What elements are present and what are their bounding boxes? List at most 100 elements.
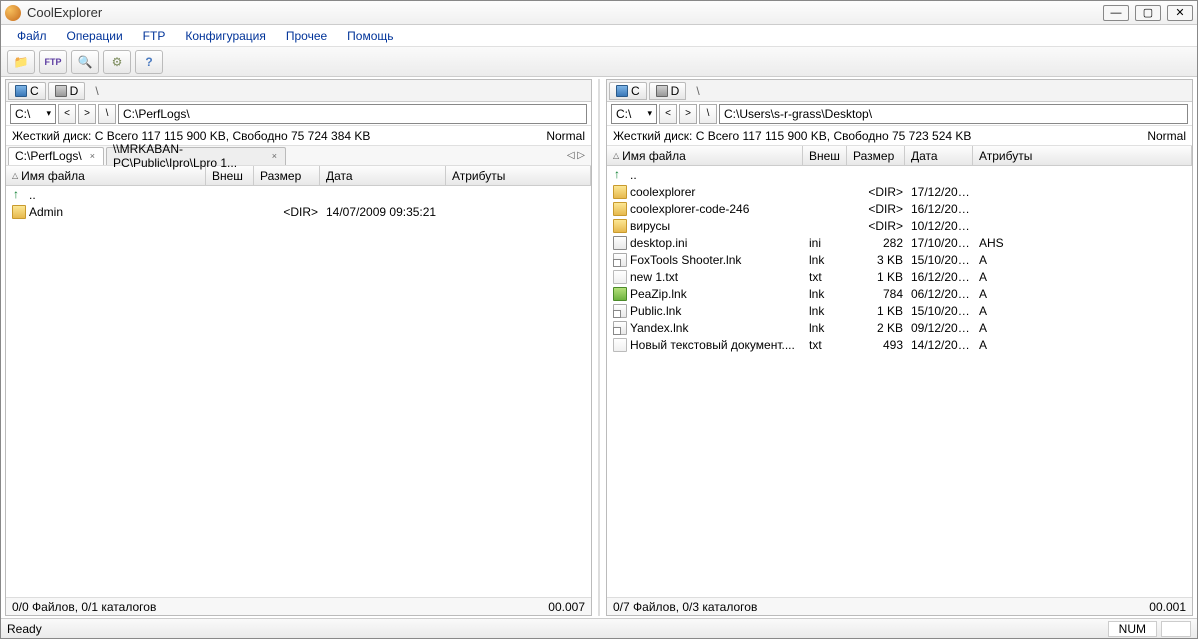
left-pane: C D \ C:\ < > \ C:\PerfLogs\ Жесткий дис…: [5, 79, 592, 616]
col-size[interactable]: Размер: [847, 146, 905, 165]
file-row[interactable]: Yandex.lnklnk2 KB09/12/201...A: [607, 319, 1192, 336]
drive-tab-c[interactable]: C: [8, 82, 46, 100]
file-attr: A: [975, 338, 1190, 352]
file-row[interactable]: Новый текстовый документ....txt49314/12/…: [607, 336, 1192, 353]
minimize-button[interactable]: —: [1103, 5, 1129, 21]
file-date: 10/12/201...: [907, 219, 975, 233]
close-icon[interactable]: ×: [90, 151, 95, 161]
root-slash[interactable]: \: [87, 84, 106, 98]
col-date[interactable]: Дата: [320, 166, 446, 185]
status-spacer: [1161, 621, 1191, 637]
close-button[interactable]: ✕: [1167, 5, 1193, 21]
col-attr[interactable]: Атрибуты: [973, 146, 1192, 165]
file-name: Новый текстовый документ....: [630, 338, 795, 352]
file-row[interactable]: coolexplorer-code-246<DIR>16/12/201...: [607, 200, 1192, 217]
drive-d-icon: [656, 85, 668, 97]
pane-splitter[interactable]: [598, 79, 600, 616]
file-row[interactable]: FoxTools Shooter.lnklnk3 KB15/10/201...A: [607, 251, 1192, 268]
right-pane: C D \ C:\ < > \ C:\Users\s-r-grass\Deskt…: [606, 79, 1193, 616]
file-row[interactable]: ..: [607, 166, 1192, 183]
file-date: 15/10/201...: [907, 304, 975, 318]
file-row[interactable]: Admin<DIR>14/07/2009 09:35:21: [6, 203, 591, 220]
toolbar: 📁 FTP 🔍 ⚙ ?: [1, 47, 1197, 77]
col-name[interactable]: △Имя файла: [607, 146, 803, 165]
menu-file[interactable]: Файл: [9, 27, 55, 45]
lnk-icon: [613, 304, 627, 318]
file-date: 15/10/201...: [907, 253, 975, 267]
menu-operations[interactable]: Операции: [59, 27, 131, 45]
file-row[interactable]: ..: [6, 186, 591, 203]
col-size[interactable]: Размер: [254, 166, 320, 185]
col-ext[interactable]: Внеш: [803, 146, 847, 165]
left-nav-up[interactable]: \: [98, 104, 116, 124]
file-row[interactable]: new 1.txttxt1 KB16/12/201...A: [607, 268, 1192, 285]
file-ext: txt: [805, 338, 849, 352]
file-date: 16/12/201...: [907, 270, 975, 284]
file-name: coolexplorer: [630, 185, 695, 199]
left-tab-0[interactable]: C:\PerfLogs\×: [8, 147, 104, 165]
file-row[interactable]: desktop.iniini28217/10/201...AHS: [607, 234, 1192, 251]
file-size: <DIR>: [849, 219, 907, 233]
file-attr: A: [975, 253, 1190, 267]
maximize-button[interactable]: ▢: [1135, 5, 1161, 21]
tool-ftp-icon[interactable]: FTP: [39, 50, 67, 74]
folder-icon: [613, 202, 627, 216]
tool-search-icon[interactable]: 🔍: [71, 50, 99, 74]
file-row[interactable]: вирусы <DIR>10/12/201...: [607, 217, 1192, 234]
left-path-input[interactable]: C:\PerfLogs\: [118, 104, 587, 124]
right-path-input[interactable]: C:\Users\s-r-grass\Desktop\: [719, 104, 1188, 124]
file-name: вирусы: [630, 219, 670, 233]
file-attr: A: [975, 304, 1190, 318]
file-row[interactable]: PeaZip.lnklnk78406/12/201...A: [607, 285, 1192, 302]
col-date[interactable]: Дата: [905, 146, 973, 165]
file-name: ..: [630, 168, 637, 182]
file-ext: ini: [805, 236, 849, 250]
file-name: Public.lnk: [630, 304, 681, 318]
file-row[interactable]: coolexplorer<DIR>17/12/201...: [607, 183, 1192, 200]
file-size: 282: [849, 236, 907, 250]
file-size: 2 KB: [849, 321, 907, 335]
left-drive-combo[interactable]: C:\: [10, 104, 56, 124]
drive-tab-d[interactable]: D: [649, 82, 687, 100]
left-tab-1[interactable]: \\MRKABAN-PC\Public\Ipro\Lpro 1...×: [106, 147, 286, 165]
file-attr: A: [975, 287, 1190, 301]
left-nav-back[interactable]: <: [58, 104, 76, 124]
right-nav-up[interactable]: \: [699, 104, 717, 124]
col-attr[interactable]: Атрибуты: [446, 166, 591, 185]
folder-icon: [613, 185, 627, 199]
drive-tab-c[interactable]: C: [609, 82, 647, 100]
left-mode: Normal: [546, 129, 585, 143]
lnk-icon: [613, 321, 627, 335]
close-icon[interactable]: ×: [272, 151, 277, 161]
left-folder-tabs: C:\PerfLogs\× \\MRKABAN-PC\Public\Ipro\L…: [6, 146, 591, 166]
file-date: 14/07/2009 09:35:21: [322, 205, 448, 219]
file-date: 17/12/201...: [907, 185, 975, 199]
file-size: 1 KB: [849, 304, 907, 318]
file-ext: lnk: [805, 287, 849, 301]
status-ready: Ready: [7, 622, 42, 636]
menu-ftp[interactable]: FTP: [135, 27, 174, 45]
right-nav-forward[interactable]: >: [679, 104, 697, 124]
menu-config[interactable]: Конфигурация: [177, 27, 274, 45]
root-slash[interactable]: \: [688, 84, 707, 98]
right-drive-combo[interactable]: C:\: [611, 104, 657, 124]
app-icon: [613, 287, 627, 301]
right-timer: 00.001: [1149, 600, 1186, 614]
tool-explorer-icon[interactable]: 📁: [7, 50, 35, 74]
menu-other[interactable]: Прочее: [278, 27, 335, 45]
sort-asc-icon: △: [613, 151, 619, 160]
left-nav-forward[interactable]: >: [78, 104, 96, 124]
file-size: 493: [849, 338, 907, 352]
tabs-scroll-icon[interactable]: ◁ ▷: [563, 150, 589, 161]
right-file-list[interactable]: ..coolexplorer<DIR>17/12/201...coolexplo…: [607, 166, 1192, 597]
drive-tab-d[interactable]: D: [48, 82, 86, 100]
txt-icon: [613, 338, 627, 352]
tool-help-icon[interactable]: ?: [135, 50, 163, 74]
file-name: new 1.txt: [630, 270, 678, 284]
menu-help[interactable]: Помощь: [339, 27, 401, 45]
left-file-list[interactable]: ..Admin<DIR>14/07/2009 09:35:21: [6, 186, 591, 597]
file-size: 1 KB: [849, 270, 907, 284]
right-nav-back[interactable]: <: [659, 104, 677, 124]
tool-settings-icon[interactable]: ⚙: [103, 50, 131, 74]
file-row[interactable]: Public.lnklnk1 KB15/10/201...A: [607, 302, 1192, 319]
